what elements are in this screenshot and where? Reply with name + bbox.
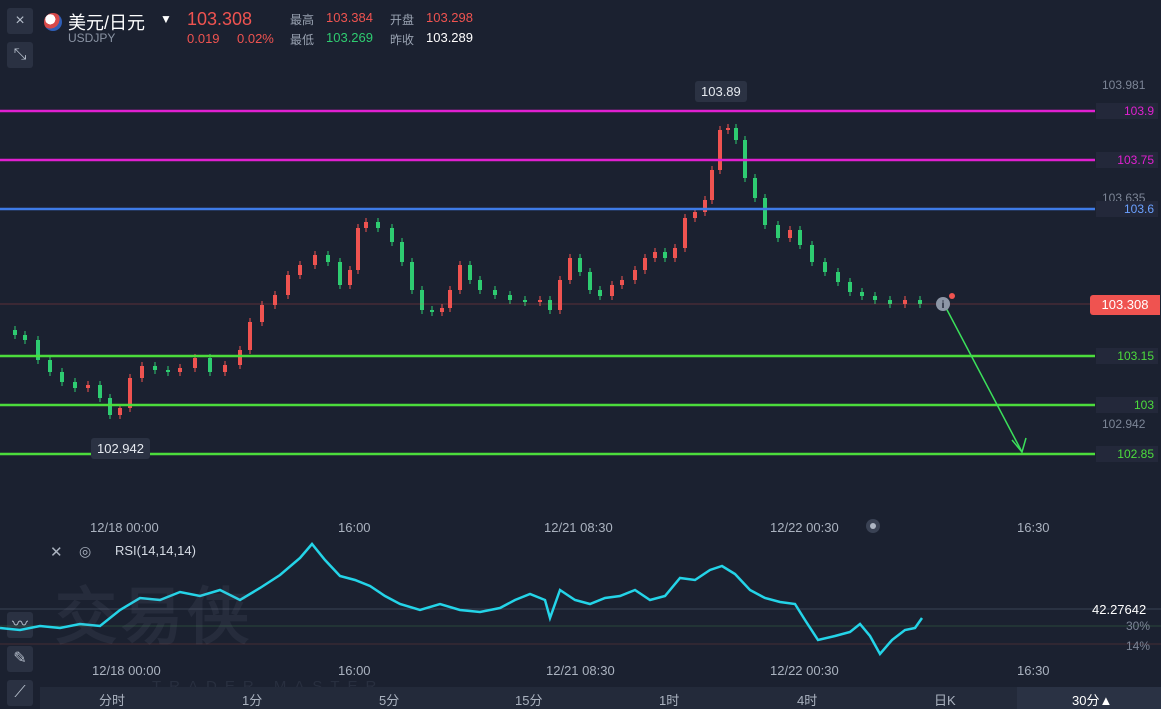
rsi-time-label: 12/22 00:30 xyxy=(770,663,839,678)
settings-icon[interactable]: ◎ xyxy=(79,543,91,560)
rsi-level-30: 30% xyxy=(1126,619,1151,633)
close-rsi-icon[interactable]: ✕ xyxy=(50,543,63,561)
time-label: 12/21 08:30 xyxy=(544,520,613,535)
level-tag-103-6: 103.6 xyxy=(1096,201,1158,217)
rsi-time-label: 16:30 xyxy=(1017,663,1050,678)
timeframe-1h[interactable]: 1时 xyxy=(659,690,679,709)
timeframe-bar xyxy=(40,687,1161,709)
time-label: 16:30 xyxy=(1017,520,1050,535)
level-tag-103-75: 103.75 xyxy=(1096,152,1158,168)
time-label: 12/18 00:00 xyxy=(90,520,159,535)
svg-text:i: i xyxy=(942,300,945,311)
axis-price-top: 103.981 xyxy=(1102,78,1146,92)
low-callout: 102.942 xyxy=(91,438,150,459)
level-tag-102-85: 102.85 xyxy=(1096,446,1158,462)
level-tag-103-15: 103.15 xyxy=(1096,348,1158,364)
forecast-arrow xyxy=(944,305,1023,453)
time-label: 16:00 xyxy=(338,520,371,535)
level-tag-103-9: 103.9 xyxy=(1096,103,1158,119)
timeframe-tick[interactable]: 分时 xyxy=(99,690,125,709)
timeframe-1m[interactable]: 1分 xyxy=(242,690,262,709)
timeframe-30m[interactable]: 30分▲ xyxy=(1072,690,1112,709)
rsi-title: RSI(14,14,14) xyxy=(115,543,196,558)
high-callout: 103.89 xyxy=(695,81,747,102)
rsi-level-14: 14% xyxy=(1126,639,1151,653)
time-label: 12/22 00:30 xyxy=(770,520,839,535)
rsi-time-label: 16:00 xyxy=(338,663,371,678)
rsi-time-label: 12/18 00:00 xyxy=(92,663,161,678)
timeframe-15m[interactable]: 15分 xyxy=(515,690,542,709)
alert-dot-icon xyxy=(949,293,955,299)
timeframe-daily[interactable]: 日K xyxy=(934,690,956,709)
watermark-logo: 交易侠 xyxy=(55,580,254,653)
timeframe-5m[interactable]: 5分 xyxy=(379,690,399,709)
level-tag-103: 103 xyxy=(1096,397,1158,413)
rsi-value: 42.27642 xyxy=(1092,602,1147,617)
axis-price-lower: 102.942 xyxy=(1102,417,1146,431)
rsi-time-label: 12/21 08:30 xyxy=(546,663,615,678)
current-price-tag: 103.308 xyxy=(1090,295,1160,315)
timeframe-4h[interactable]: 4时 xyxy=(797,690,817,709)
